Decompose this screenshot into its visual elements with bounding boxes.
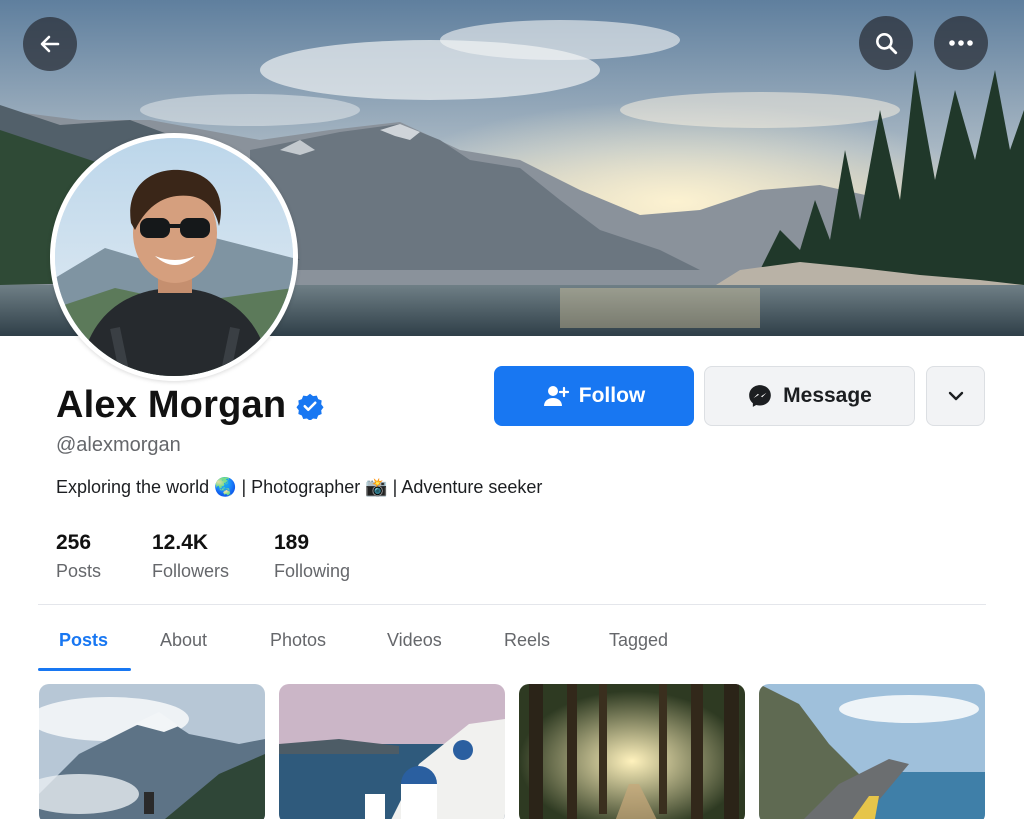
more-options-button[interactable] xyxy=(934,16,988,70)
stat-value: 12.4K xyxy=(152,531,209,554)
stat-value: 189 xyxy=(274,531,310,554)
messenger-icon xyxy=(749,385,771,407)
user-plus-icon xyxy=(543,386,569,406)
follow-label: Follow xyxy=(578,384,646,407)
stat-label: Following xyxy=(274,561,351,581)
tab-posts[interactable]: Posts xyxy=(59,630,108,651)
message-label: Message xyxy=(783,384,872,407)
more-horizontal-icon xyxy=(949,40,973,46)
post-thumbnail-coast-road[interactable] xyxy=(759,684,985,819)
stat-followers[interactable]: 12.4K Followers xyxy=(152,531,229,582)
avatar-portrait-image xyxy=(55,138,293,376)
tab-videos[interactable]: Videos xyxy=(387,630,442,651)
active-tab-indicator xyxy=(38,668,131,671)
stat-value: 256 xyxy=(56,531,92,554)
arrow-left-icon xyxy=(40,35,60,53)
back-button[interactable] xyxy=(23,17,77,71)
stat-posts[interactable]: 256 Posts xyxy=(56,531,101,582)
chevron-down-icon xyxy=(948,391,963,401)
post-thumbnail-forest[interactable] xyxy=(519,684,745,819)
stat-label: Posts xyxy=(56,561,102,581)
post-thumbnail-mountain[interactable] xyxy=(39,684,265,819)
profile-name-row: Alex Morgan xyxy=(56,384,324,427)
tab-reels[interactable]: Reels xyxy=(504,630,550,651)
verified-badge-icon xyxy=(296,393,324,420)
tab-tagged[interactable]: Tagged xyxy=(609,630,668,651)
stat-following[interactable]: 189 Following xyxy=(274,531,350,582)
stat-label: Followers xyxy=(152,561,230,581)
profile-more-dropdown-button[interactable] xyxy=(926,366,985,426)
section-divider xyxy=(38,604,986,605)
profile-bio: Exploring the world 🌏 | Photographer 📸 |… xyxy=(56,477,543,497)
profile-name: Alex Morgan xyxy=(56,384,287,426)
profile-handle: @alexmorgan xyxy=(56,434,181,456)
follow-button[interactable]: Follow xyxy=(494,366,694,426)
message-button[interactable]: Message xyxy=(704,366,915,426)
search-icon xyxy=(876,33,898,55)
profile-avatar[interactable] xyxy=(50,133,298,381)
post-thumbnail-santorini[interactable] xyxy=(279,684,505,819)
tab-photos[interactable]: Photos xyxy=(270,630,326,651)
search-button[interactable] xyxy=(859,16,913,70)
tab-about[interactable]: About xyxy=(160,630,207,651)
